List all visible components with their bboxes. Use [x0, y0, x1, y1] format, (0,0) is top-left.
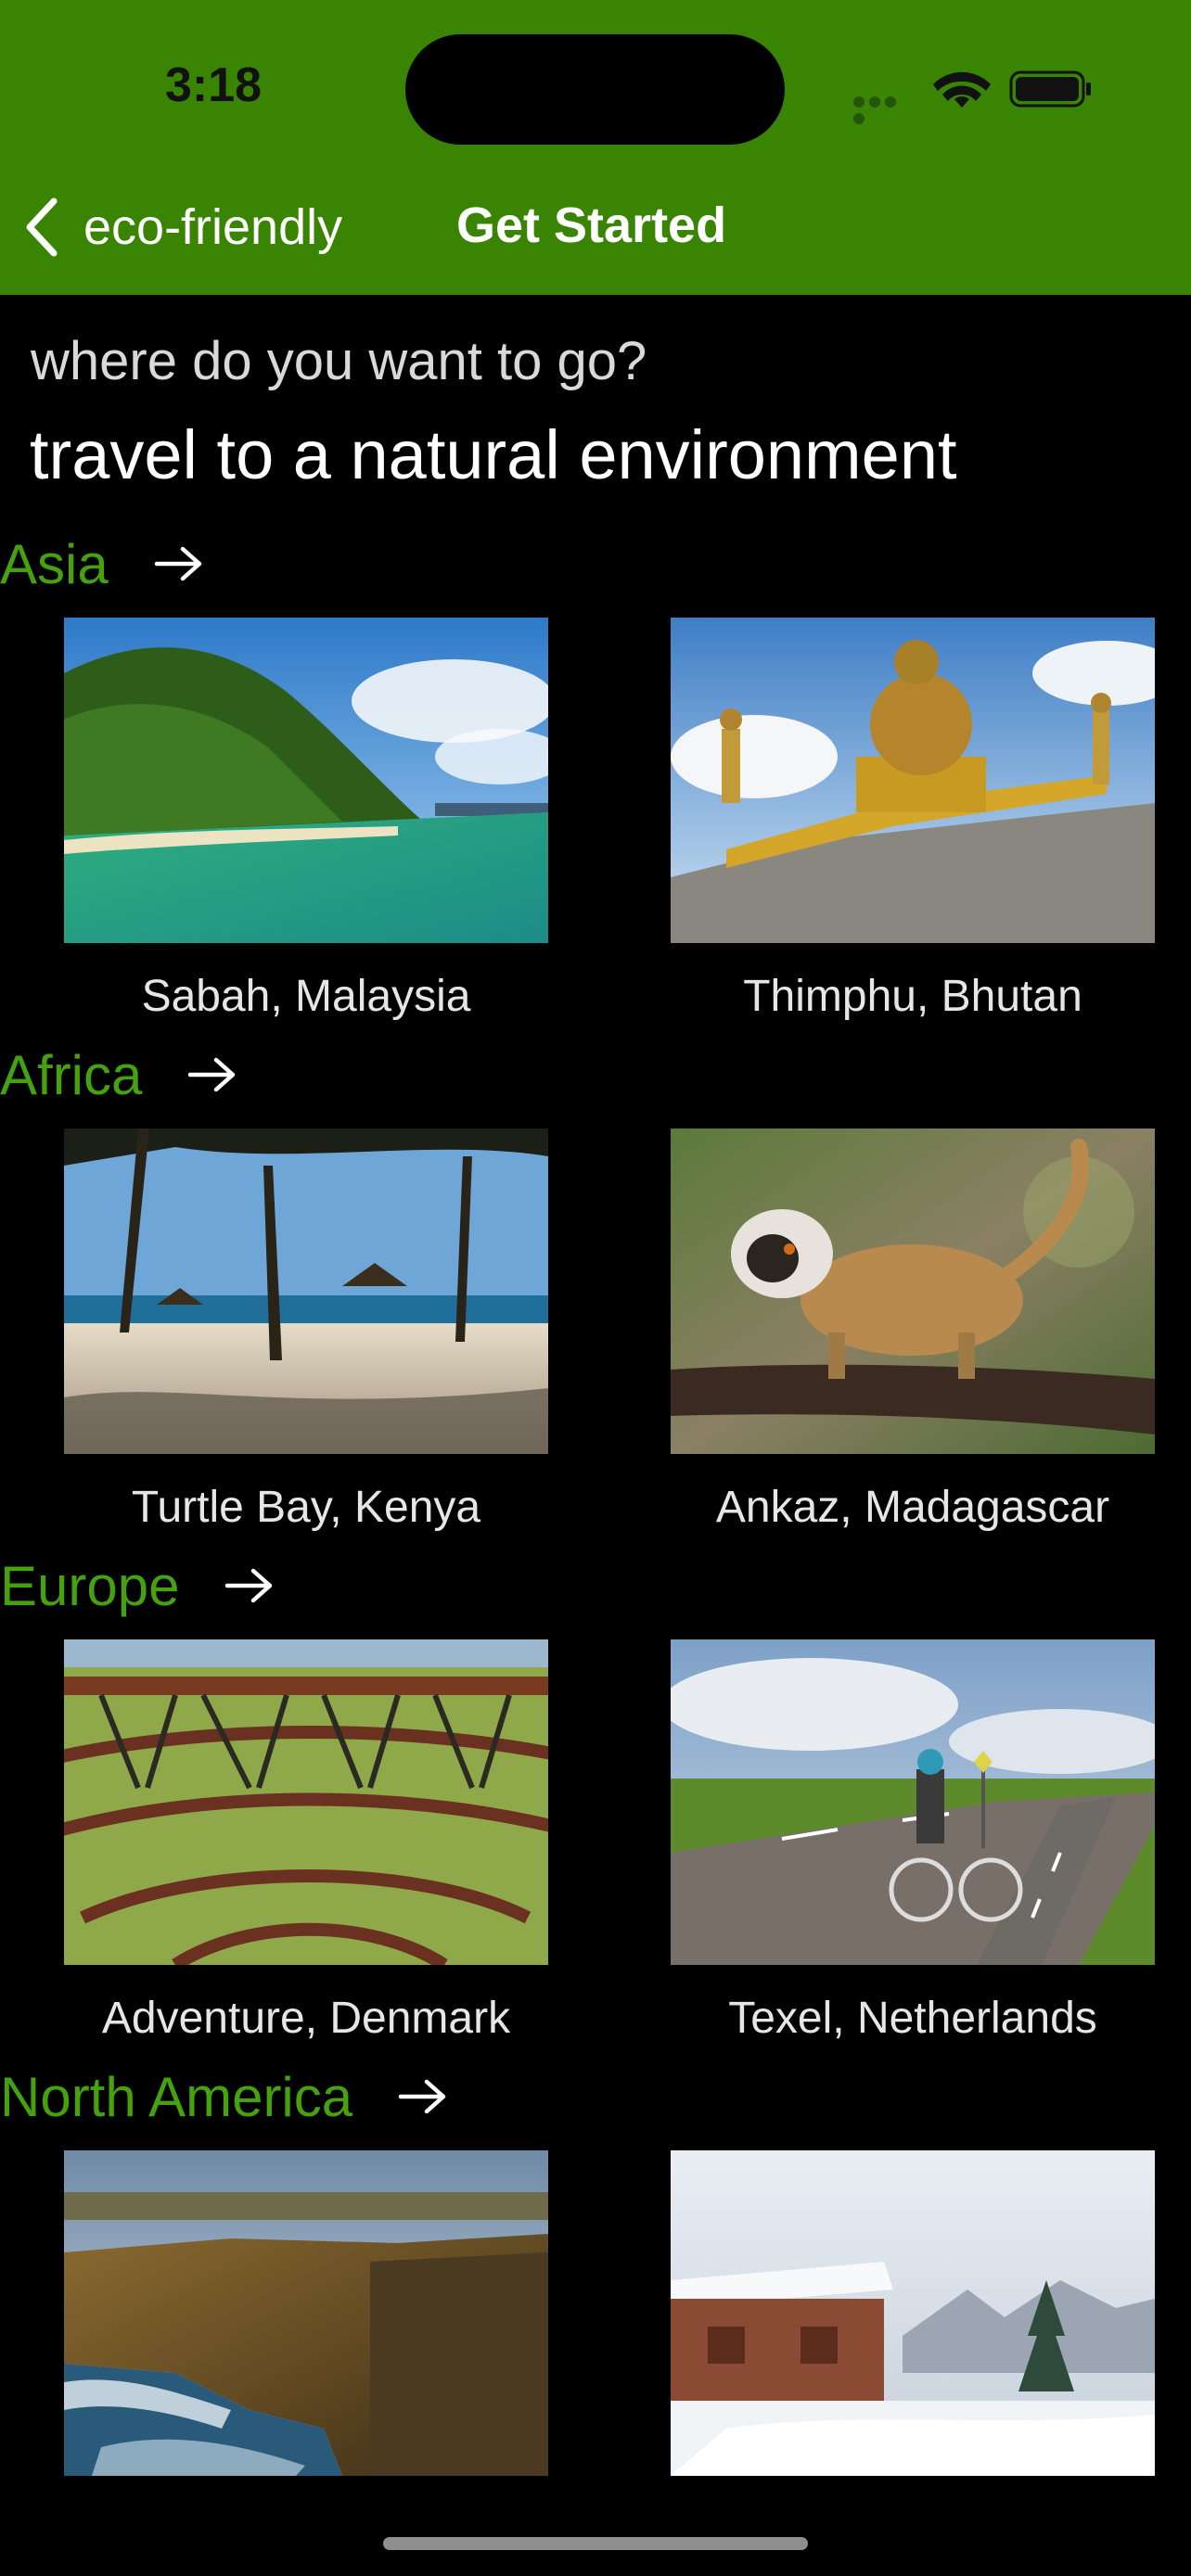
- arrow-right-icon: [188, 1057, 236, 1092]
- destination-name: Thimphu, Bhutan: [743, 972, 1082, 1021]
- navigation-header: 3:18 eco-friendly Get Started: [0, 0, 1191, 295]
- battery-icon: [1009, 70, 1091, 108]
- intro-headline: travel to a natural environment: [30, 416, 957, 493]
- region-label: Asia: [0, 532, 109, 595]
- arrow-right-icon: [398, 2079, 446, 2114]
- destination-photo: [671, 618, 1155, 943]
- region-label: Africa: [0, 1043, 143, 1106]
- destination-card[interactable]: Turtle Bay, Kenya: [64, 1129, 548, 1533]
- dynamic-island: [405, 34, 785, 145]
- destination-card[interactable]: Ankaz, Madagascar: [671, 1129, 1155, 1533]
- home-indicator[interactable]: [383, 2537, 808, 2550]
- destination-name: Turtle Bay, Kenya: [131, 1483, 481, 1532]
- destination-photo: [64, 2150, 548, 2476]
- wifi-icon: [933, 71, 991, 108]
- destination-card[interactable]: [64, 2150, 548, 2476]
- destination-photo: [671, 2150, 1155, 2476]
- destination-photo: [64, 1639, 548, 1965]
- region-label: Europe: [0, 1554, 180, 1617]
- destination-name: Texel, Netherlands: [728, 1994, 1097, 2043]
- destination-photo: [64, 1129, 548, 1454]
- chevron-left-icon: [26, 198, 58, 257]
- destination-card[interactable]: Sabah, Malaysia: [64, 618, 548, 1022]
- region-africa[interactable]: Africa: [0, 1038, 238, 1112]
- destination-name: Sabah, Malaysia: [141, 972, 471, 1021]
- region-north-america[interactable]: North America: [0, 2060, 449, 2134]
- destination-name: Adventure, Denmark: [101, 1994, 511, 2043]
- region-asia[interactable]: Asia: [0, 527, 205, 601]
- destination-photo: [64, 618, 548, 943]
- region-label: North America: [0, 2065, 353, 2128]
- intro-question: where do you want to go?: [31, 331, 647, 391]
- destination-card[interactable]: Texel, Netherlands: [671, 1639, 1155, 2044]
- destination-photo: [671, 1129, 1155, 1454]
- destination-card[interactable]: Adventure, Denmark: [64, 1639, 548, 2044]
- status-time: 3:18: [165, 58, 263, 112]
- destination-card[interactable]: Thimphu, Bhutan: [671, 618, 1155, 1022]
- page-title: Get Started: [456, 198, 727, 253]
- arrow-right-icon: [154, 546, 201, 581]
- destination-photo: [671, 1639, 1155, 1965]
- destination-card[interactable]: [671, 2150, 1155, 2476]
- arrow-right-icon: [225, 1568, 273, 1603]
- back-button[interactable]: eco-friendly: [22, 190, 342, 264]
- destination-name: Ankaz, Madagascar: [715, 1483, 1110, 1532]
- region-europe[interactable]: Europe: [0, 1549, 275, 1623]
- cellular-signal-icon: [853, 96, 915, 124]
- back-label: eco-friendly: [83, 199, 343, 255]
